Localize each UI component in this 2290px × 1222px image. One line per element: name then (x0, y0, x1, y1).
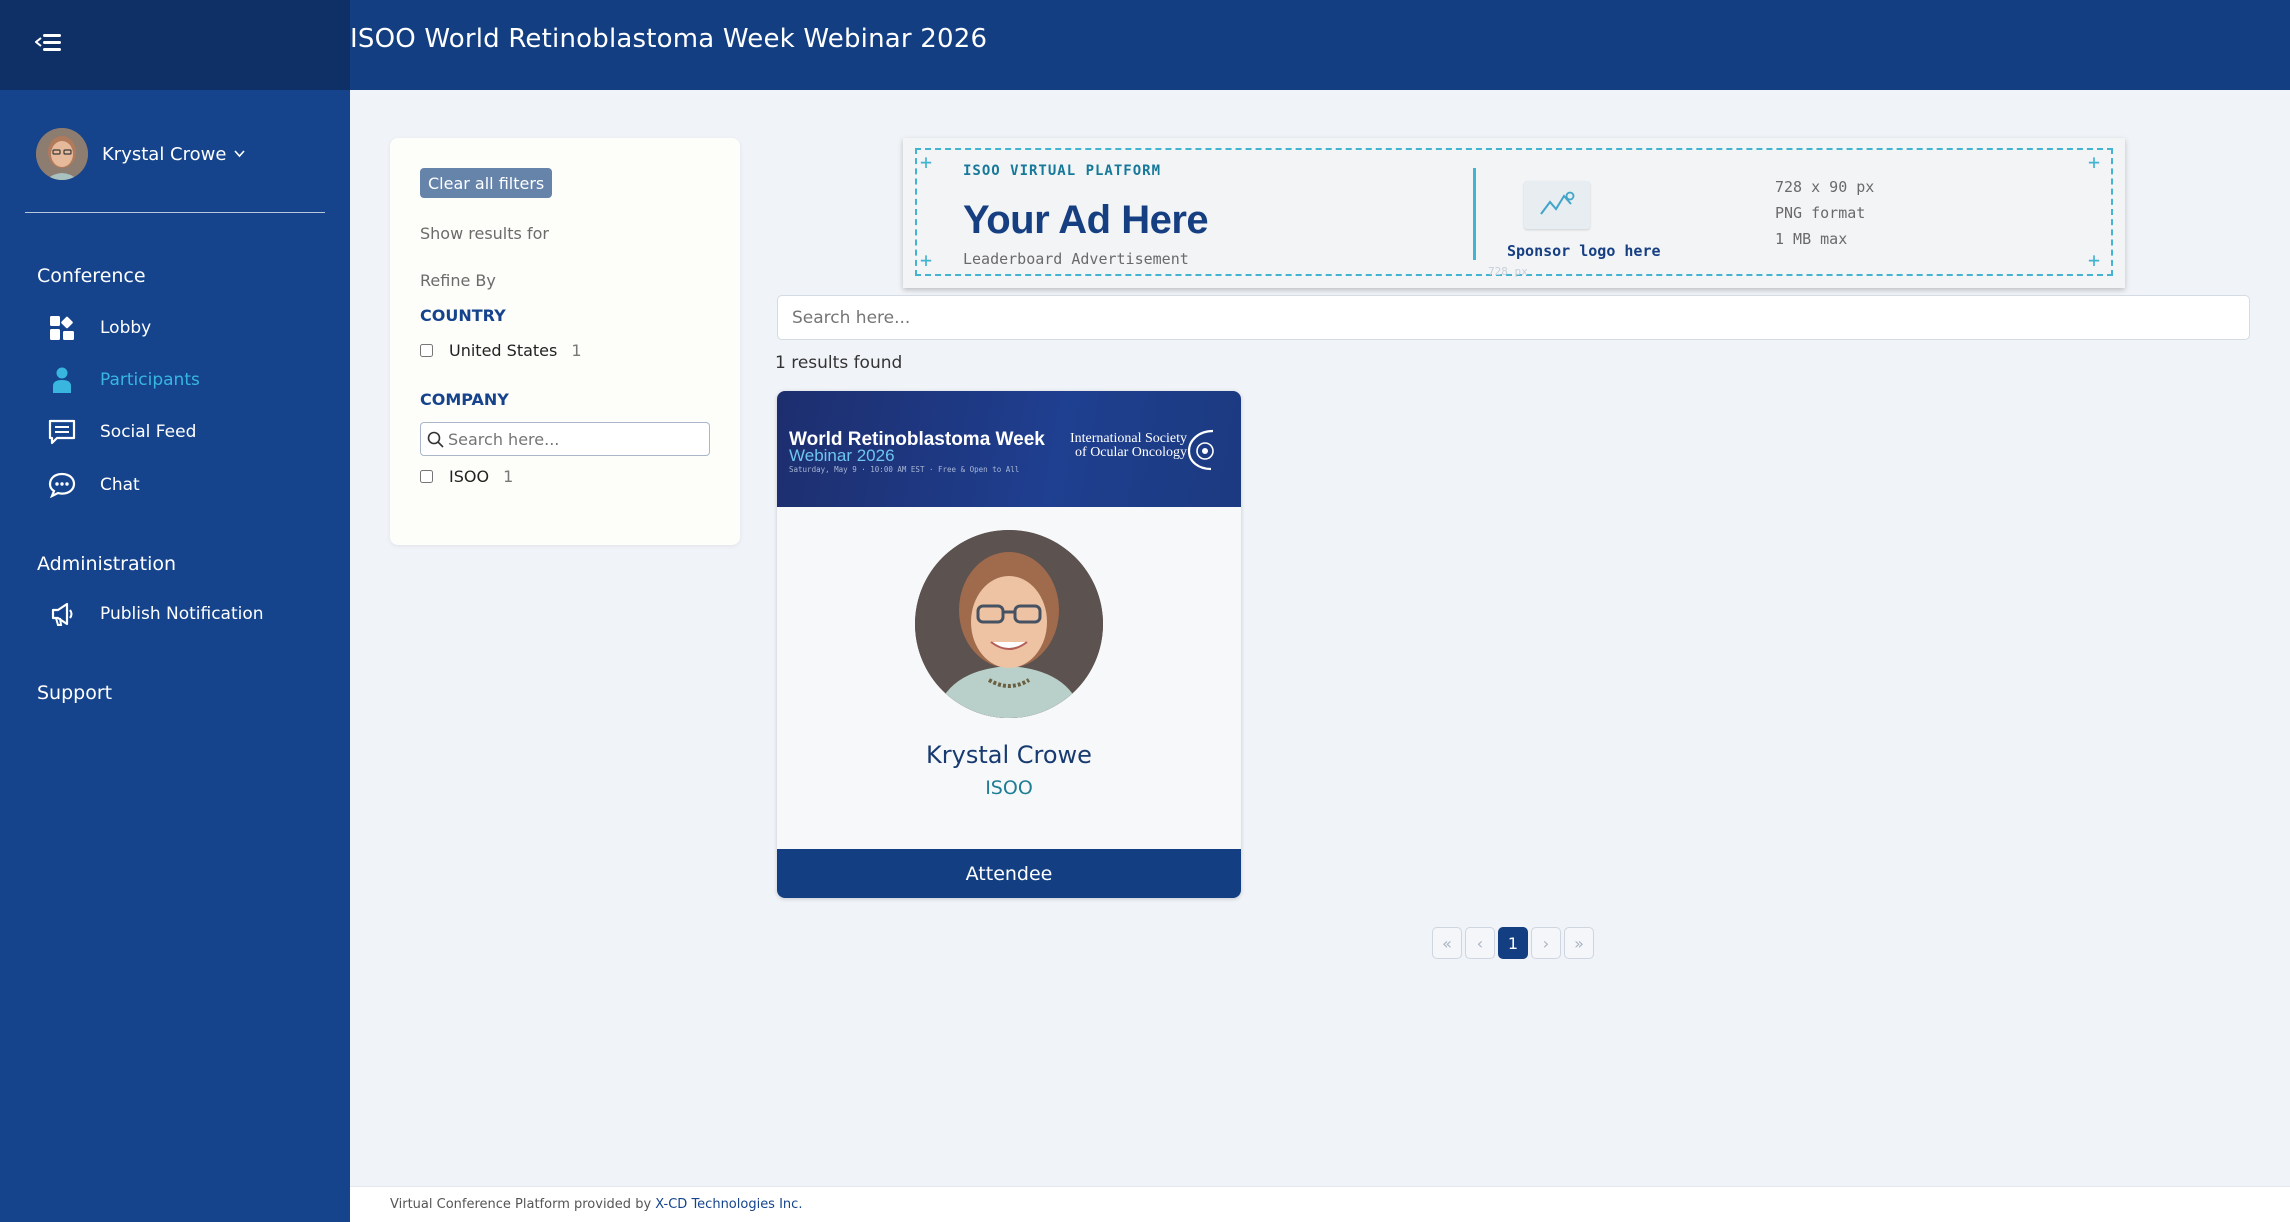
sidebar-item-chat[interactable]: Chat (48, 471, 140, 499)
company-checkbox[interactable] (420, 470, 433, 483)
company-filter-title: COMPANY (420, 390, 509, 409)
pagination: « ‹ 1 › » (1432, 927, 1594, 959)
sidebar-item-label: Lobby (100, 318, 152, 338)
ad-sponsor-text: Sponsor logo here (1507, 242, 1661, 260)
chat-bubble-icon (48, 471, 76, 499)
show-results-label: Show results for (420, 224, 549, 243)
country-checkbox[interactable] (420, 344, 433, 357)
card-banner: World Retinoblastoma Week Webinar 2026 S… (777, 391, 1241, 507)
page-title: ISOO World Retinoblastoma Week Webinar 2… (350, 24, 988, 54)
megaphone-icon (48, 600, 76, 628)
company-option-isoo[interactable]: ISOO 1 (420, 467, 513, 486)
search-icon (427, 431, 444, 448)
last-page-button[interactable]: » (1564, 927, 1594, 959)
refine-by-label: Refine By (420, 271, 496, 290)
plus-icon: + (920, 248, 933, 272)
banner-society: International Society of Ocular Oncology (1047, 432, 1187, 460)
feed-icon (48, 418, 76, 446)
user-menu[interactable]: Krystal Crowe (36, 128, 246, 180)
plus-icon: + (2088, 248, 2101, 272)
ad-headline: Your Ad Here (963, 198, 1209, 242)
ad-subline: Leaderboard Advertisement (963, 250, 1189, 268)
footer-credit: Virtual Conference Platform provided by (390, 1197, 656, 1212)
participant-company: ISOO (985, 777, 1033, 799)
person-icon (48, 366, 76, 394)
sidebar-item-social-feed[interactable]: Social Feed (48, 418, 196, 446)
hamburger-menu-icon[interactable] (35, 32, 61, 54)
company-option-count: 1 (503, 467, 514, 486)
sidebar-divider (25, 212, 325, 213)
society-logo-icon (1187, 429, 1214, 471)
company-search-input[interactable] (448, 429, 698, 449)
results-count: 1 results found (775, 353, 903, 373)
banner-society-line2: of Ocular Oncology (1075, 445, 1187, 460)
sidebar-heading-administration: Administration (37, 553, 177, 575)
avatar (36, 128, 88, 180)
participant-card[interactable]: World Retinoblastoma Week Webinar 2026 S… (777, 391, 1241, 898)
ad-divider (1473, 168, 1476, 260)
first-page-button[interactable]: « (1432, 927, 1462, 959)
user-name: Krystal Crowe (102, 143, 227, 165)
prev-page-button[interactable]: ‹ (1465, 927, 1495, 959)
footer-text: Virtual Conference Platform provided by … (390, 1197, 802, 1212)
next-page-button[interactable]: › (1531, 927, 1561, 959)
footer-vendor-link[interactable]: X-CD Technologies Inc. (655, 1197, 802, 1212)
ad-spec-size: 728 x 90 px (1775, 178, 1875, 196)
sidebar-heading-support[interactable]: Support (37, 682, 112, 704)
participant-search-box[interactable] (777, 295, 2250, 340)
ad-platform-label: ISOO VIRTUAL PLATFORM (963, 163, 1162, 179)
participant-avatar (915, 530, 1103, 718)
plus-icon: + (2088, 150, 2101, 174)
sidebar-item-label: Social Feed (100, 422, 197, 442)
sidebar-item-publish-notification[interactable]: Publish Notification (48, 600, 264, 628)
ad-faint-dimension: 728 px (1488, 265, 1528, 278)
filter-panel: Clear all filters Show results for Refin… (390, 138, 740, 545)
top-bar-brand-area (0, 0, 350, 90)
sidebar-item-lobby[interactable]: Lobby (48, 314, 151, 342)
top-bar: ISOO World Retinoblastoma Week Webinar 2… (0, 0, 2290, 90)
ad-spec-format: PNG format (1775, 204, 1866, 222)
sidebar-item-label: Publish Notification (100, 604, 264, 624)
plus-icon: + (920, 150, 933, 174)
country-option-count: 1 (571, 341, 582, 360)
sidebar-item-label: Chat (100, 475, 140, 495)
participant-role-badge: Attendee (777, 849, 1241, 898)
country-filter-title: COUNTRY (420, 306, 506, 325)
participant-name: Krystal Crowe (926, 741, 1092, 769)
ad-spec-weight: 1 MB max (1775, 230, 1848, 248)
company-option-label: ISOO (449, 467, 490, 486)
banner-society-line1: International Society (1069, 431, 1187, 446)
clear-filters-button[interactable]: Clear all filters (420, 168, 553, 198)
chevron-down-icon (234, 147, 246, 162)
banner-webinar: Webinar 2026 (789, 446, 895, 465)
leaderboard-ad[interactable]: + + + + ISOO VIRTUAL PLATFORM Your Ad He… (903, 138, 2125, 288)
sponsor-logo-icon (1524, 181, 1590, 229)
sidebar-item-participants[interactable]: Participants (48, 366, 200, 394)
page-1-button[interactable]: 1 (1498, 927, 1528, 959)
banner-date: Saturday, May 9 · 10:00 AM EST · Free & … (789, 465, 1020, 474)
sidebar: Krystal Crowe Conference Lobby Participa… (0, 90, 350, 1222)
sidebar-item-label: Participants (100, 370, 200, 390)
participant-search-input[interactable] (778, 296, 2249, 339)
country-option-label: United States (449, 341, 558, 360)
company-search-box[interactable] (420, 422, 710, 456)
dashboard-icon (48, 314, 76, 342)
sidebar-heading-conference: Conference (37, 265, 146, 287)
footer: Virtual Conference Platform provided by … (350, 1186, 2290, 1222)
country-option-united-states[interactable]: United States 1 (420, 341, 582, 360)
